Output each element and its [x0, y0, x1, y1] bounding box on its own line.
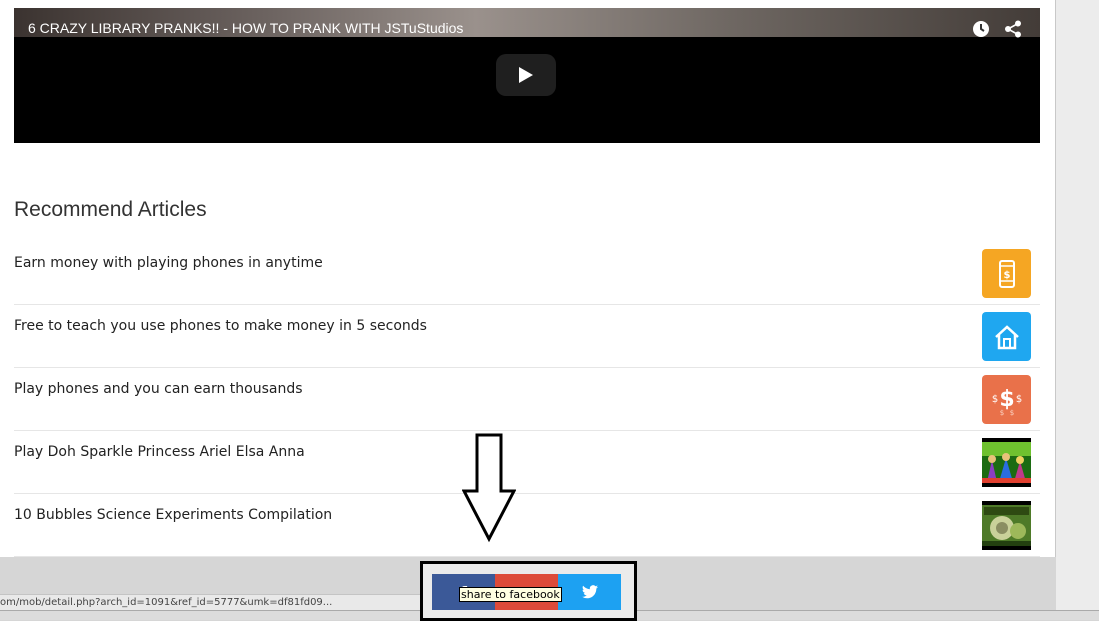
phone-dollar-icon[interactable]: $ [982, 249, 1031, 298]
share-twitter-button[interactable] [558, 574, 621, 610]
status-bar: om/mob/detail.php?arch_id=1091&ref_id=57… [0, 594, 420, 611]
share-callout-box: f g+ share to facebook [420, 561, 637, 621]
clock-icon[interactable] [972, 20, 990, 38]
video-thumbnail[interactable] [982, 501, 1031, 550]
svg-text:$: $ [1015, 394, 1021, 405]
svg-text:$: $ [1003, 270, 1010, 281]
article-item[interactable]: Play phones and you can earn thousands $… [14, 368, 1040, 431]
recommend-list: Earn money with playing phones in anytim… [14, 242, 1040, 557]
video-thumbnail[interactable] [982, 438, 1031, 487]
twitter-bird-icon [581, 585, 598, 599]
article-title[interactable]: Play Doh Sparkle Princess Ariel Elsa Ann… [14, 444, 305, 460]
article-item[interactable]: Earn money with playing phones in anytim… [14, 242, 1040, 305]
article-item[interactable]: Play Doh Sparkle Princess Ariel Elsa Ann… [14, 431, 1040, 494]
recommend-heading: Recommend Articles [14, 198, 207, 221]
article-title[interactable]: Play phones and you can earn thousands [14, 381, 303, 397]
share-icon[interactable] [1004, 20, 1022, 38]
article-item[interactable]: Free to teach you use phones to make mon… [14, 305, 1040, 368]
video-title[interactable]: 6 CRAZY LIBRARY PRANKS!! - HOW TO PRANK … [28, 20, 463, 36]
page-content: 6 CRAZY LIBRARY PRANKS!! - HOW TO PRANK … [0, 0, 1056, 557]
dollar-sign-icon[interactable]: $ $ $ $ $ [982, 375, 1031, 424]
article-title[interactable]: Free to teach you use phones to make mon… [14, 318, 427, 334]
video-player[interactable]: 6 CRAZY LIBRARY PRANKS!! - HOW TO PRANK … [14, 8, 1040, 143]
svg-text:$: $ [999, 409, 1003, 417]
play-icon [519, 67, 533, 83]
svg-text:$: $ [1009, 409, 1013, 417]
down-arrow-annotation [462, 433, 516, 543]
article-title[interactable]: 10 Bubbles Science Experiments Compilati… [14, 507, 332, 523]
share-tooltip: share to facebook [459, 587, 562, 602]
browser-background [1056, 0, 1099, 610]
article-item[interactable]: 10 Bubbles Science Experiments Compilati… [14, 494, 1040, 557]
article-title[interactable]: Earn money with playing phones in anytim… [14, 255, 323, 271]
play-button[interactable] [496, 54, 556, 96]
svg-text:$: $ [991, 394, 997, 405]
house-icon[interactable] [982, 312, 1031, 361]
status-url: om/mob/detail.php?arch_id=1091&ref_id=57… [0, 597, 333, 608]
